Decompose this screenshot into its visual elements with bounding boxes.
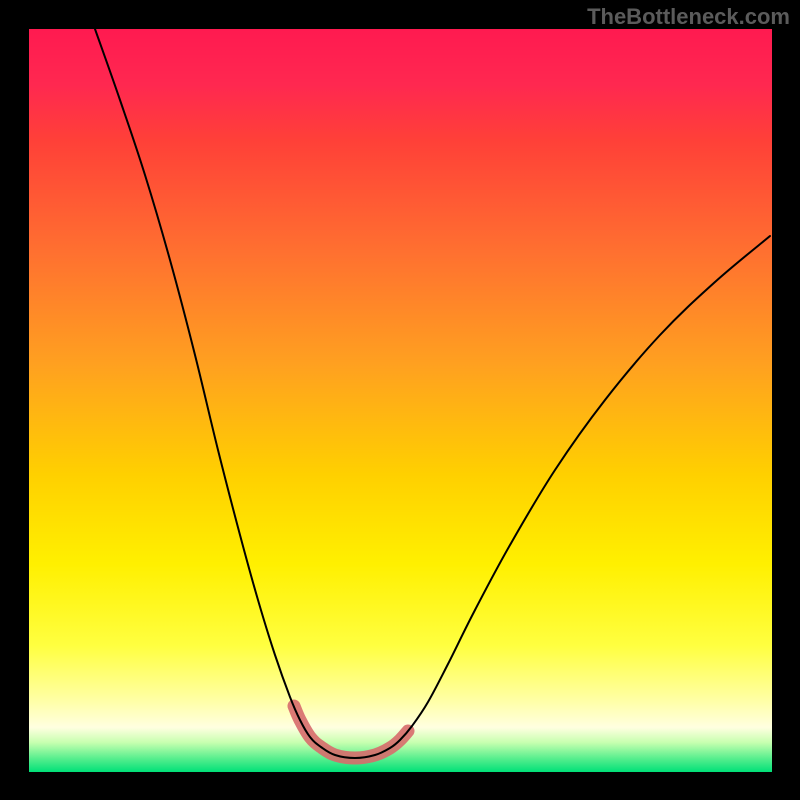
chart-stage: TheBottleneck.com [0, 0, 800, 800]
chart-svg [0, 0, 800, 800]
watermark-label: TheBottleneck.com [587, 4, 790, 30]
gradient-background [29, 29, 772, 772]
